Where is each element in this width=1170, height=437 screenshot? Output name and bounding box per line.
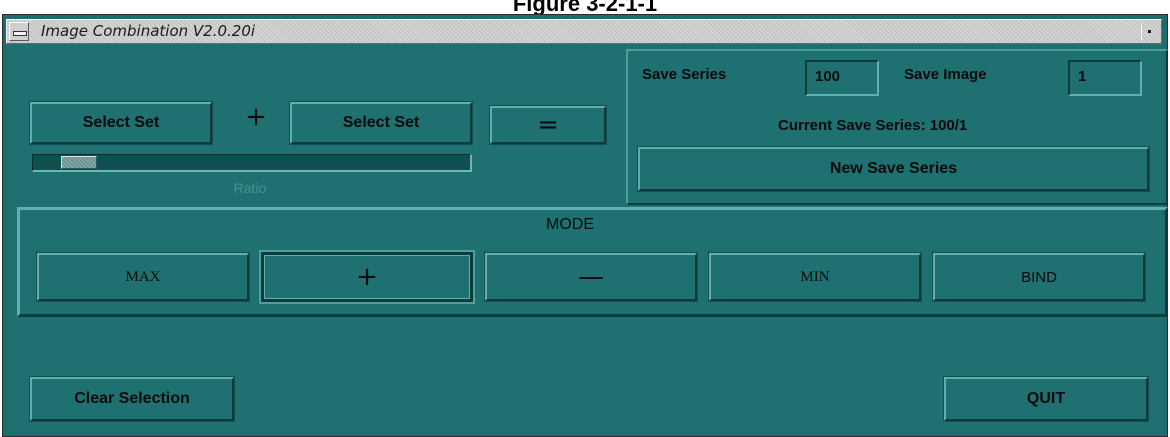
clear-selection-button[interactable]: Clear Selection <box>30 377 234 421</box>
mode-min-button[interactable]: MIN <box>709 253 921 301</box>
plus-operator: + <box>245 102 267 132</box>
mode-max-button[interactable]: MAX <box>37 253 249 301</box>
window-title: Image Combination V2.0.20i <box>41 22 256 40</box>
quit-button[interactable]: QUIT <box>944 377 1148 421</box>
minimize-icon[interactable] <box>1141 23 1157 40</box>
save-series-input[interactable]: 100 <box>805 60 879 96</box>
mode-title: MODE <box>546 216 594 233</box>
select-set-button-2[interactable]: Select Set <box>290 102 472 144</box>
new-save-series-button[interactable]: New Save Series <box>638 147 1149 191</box>
mode-add-button[interactable]: + <box>261 252 473 302</box>
title-bar[interactable]: Image Combination V2.0.20i <box>6 19 1162 44</box>
mode-bind-button[interactable]: BIND <box>933 253 1145 301</box>
current-save-series-text: Current Save Series: 100/1 <box>778 117 968 134</box>
save-image-label: Save Image <box>904 66 987 83</box>
select-set-button-1[interactable]: Select Set <box>30 102 212 144</box>
ratio-label: Ratio <box>233 180 267 196</box>
save-series-label: Save Series <box>642 66 727 83</box>
equals-button[interactable]: = <box>490 106 606 144</box>
save-image-input[interactable]: 1 <box>1068 60 1142 96</box>
ratio-slider-thumb[interactable] <box>61 156 97 169</box>
mode-subtract-button[interactable]: — <box>485 253 697 301</box>
window-menu-icon[interactable] <box>9 22 29 41</box>
ratio-slider[interactable] <box>32 154 472 172</box>
